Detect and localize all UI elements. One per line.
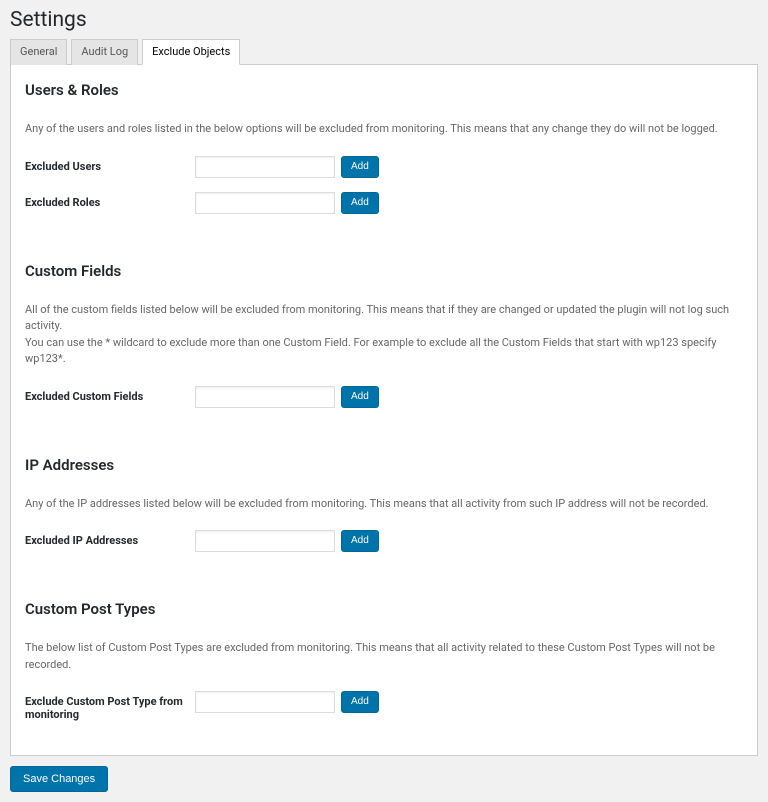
add-button-excluded-roles[interactable]: Add (341, 192, 379, 214)
input-excluded-users[interactable] (195, 156, 335, 178)
label-exclude-cpt: Exclude Custom Post Type from monitoring (25, 691, 195, 721)
label-excluded-users: Excluded Users (25, 156, 195, 173)
desc-cf-line2: You can use the * wildcard to exclude mo… (25, 336, 716, 366)
row-excluded-ip: Excluded IP Addresses Add (25, 530, 743, 552)
tab-general[interactable]: General (10, 39, 67, 65)
input-excluded-roles[interactable] (195, 192, 335, 214)
input-excluded-ip[interactable] (195, 530, 335, 552)
tab-exclude-objects[interactable]: Exclude Objects (142, 39, 240, 65)
save-button[interactable]: Save Changes (10, 766, 108, 792)
section-heading-users-roles: Users & Roles (25, 81, 743, 99)
row-exclude-cpt: Exclude Custom Post Type from monitoring… (25, 691, 743, 721)
row-excluded-users: Excluded Users Add (25, 156, 743, 178)
add-button-excluded-ip[interactable]: Add (341, 530, 379, 552)
desc-cf-line1: All of the custom fields listed below wi… (25, 303, 729, 333)
row-excluded-roles: Excluded Roles Add (25, 192, 743, 214)
section-heading-ip-addresses: IP Addresses (25, 456, 743, 474)
input-excluded-custom-fields[interactable] (195, 386, 335, 408)
row-excluded-custom-fields: Excluded Custom Fields Add (25, 386, 743, 408)
page-title: Settings (10, 8, 758, 38)
add-button-excluded-custom-fields[interactable]: Add (341, 386, 379, 408)
tab-audit-log[interactable]: Audit Log (71, 39, 138, 65)
tabs: General Audit Log Exclude Objects (10, 38, 758, 65)
section-desc-custom-fields: All of the custom fields listed below wi… (25, 302, 743, 368)
section-desc-users-roles: Any of the users and roles listed in the… (25, 121, 743, 138)
add-button-excluded-users[interactable]: Add (341, 156, 379, 178)
settings-panel: Users & Roles Any of the users and roles… (10, 65, 758, 756)
section-desc-cpt: The below list of Custom Post Types are … (25, 640, 743, 673)
section-heading-custom-fields: Custom Fields (25, 262, 743, 280)
input-exclude-cpt[interactable] (195, 691, 335, 713)
section-desc-ip-addresses: Any of the IP addresses listed below wil… (25, 496, 743, 513)
section-heading-cpt: Custom Post Types (25, 600, 743, 618)
label-excluded-roles: Excluded Roles (25, 192, 195, 209)
add-button-exclude-cpt[interactable]: Add (341, 691, 379, 713)
label-excluded-ip: Excluded IP Addresses (25, 530, 195, 547)
label-excluded-custom-fields: Excluded Custom Fields (25, 386, 195, 403)
